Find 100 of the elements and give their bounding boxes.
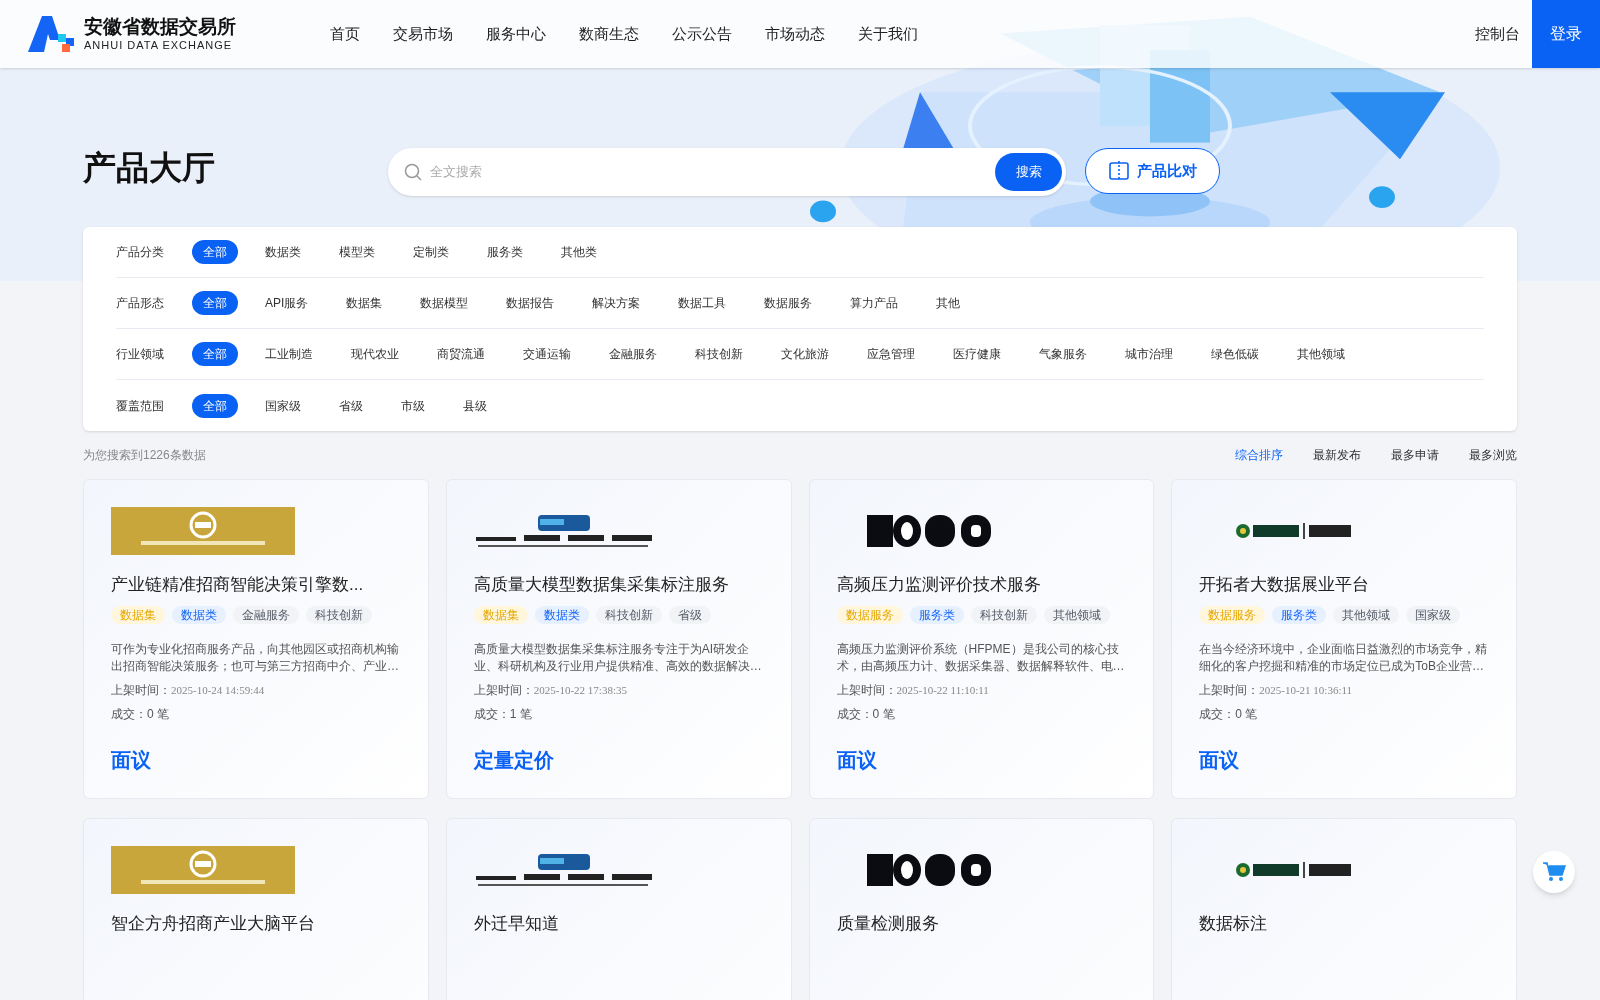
filter-option[interactable]: 算力产品 [839, 291, 910, 315]
filter-option[interactable]: 全部 [192, 342, 238, 366]
product-tag: 服务类 [1272, 605, 1327, 624]
login-button[interactable]: 登录 [1532, 0, 1600, 68]
product-tag: 国家级 [1406, 605, 1461, 624]
filter-option[interactable]: 数据报告 [495, 291, 566, 315]
nav-link[interactable]: 首页 [330, 22, 360, 46]
filter-option[interactable]: 文化旅游 [770, 342, 840, 366]
sort-option[interactable]: 最新发布 [1313, 446, 1361, 464]
product-tag: 省级 [668, 605, 711, 624]
sort-option[interactable]: 最多浏览 [1469, 446, 1517, 464]
filter-option[interactable]: 其他领域 [1286, 342, 1356, 366]
page-title: 产品大厅 [83, 148, 216, 188]
product-title: 数据标注 [1199, 913, 1269, 935]
filter-option[interactable]: 应急管理 [856, 342, 926, 366]
filter-option[interactable]: 数据类 [254, 240, 312, 264]
product-card[interactable]: 智企方舟招商产业大脑平台 [83, 818, 429, 1000]
product-tag: 科技创新 [595, 605, 662, 624]
price-label: 面议 [836, 747, 878, 773]
product-card[interactable]: 高质量大模型数据集采集标注服务 数据集 数据类 科技创新 省级 高质量大模型数据集采集标注服务专注于为AI研发企业、科研机构及行业用户提供精准、高效的数据解决… 上架时间：2025-10-22 17:38:35 成交：1 笔 定量定价 [445, 479, 792, 799]
filter-option[interactable]: 服务类 [476, 240, 534, 264]
filter-option[interactable]: 数据集 [335, 291, 394, 315]
filter-option[interactable]: 绿色低碳 [1200, 342, 1270, 366]
filter-option[interactable]: 市级 [390, 393, 436, 418]
compare-button[interactable]: 产品比对 [1085, 148, 1220, 194]
filter-option[interactable]: 金融服务 [598, 342, 668, 366]
filter-option[interactable]: 现代农业 [340, 342, 410, 366]
filter-label: 产品分类 [116, 244, 165, 261]
result-count: 为您搜索到1226条数据 [83, 447, 206, 464]
filter-option[interactable]: 城市治理 [1114, 342, 1184, 366]
nav-link[interactable]: 服务中心 [486, 22, 546, 46]
search-field[interactable]: 全文搜索 搜索 [388, 148, 1066, 196]
filter-option[interactable]: API服务 [254, 291, 320, 315]
nav-link[interactable]: 交易市场 [393, 22, 453, 46]
product-title: 智企方舟招商产业大脑平台 [111, 913, 316, 935]
filter-option[interactable]: 解决方案 [581, 291, 652, 315]
price-label: 面议 [1199, 747, 1241, 773]
filter-option[interactable]: 全部 [192, 240, 238, 264]
console-link[interactable]: 控制台 [1463, 22, 1532, 46]
product-tag: 数据类 [534, 605, 589, 624]
cart-icon [1542, 861, 1566, 883]
filter-option[interactable]: 工业制造 [254, 342, 324, 366]
price-label: 面议 [111, 747, 152, 773]
product-card[interactable]: 高频压力监测评价技术服务 数据服务 服务类 科技创新 其他领域 高频压力监测评价系统（HFPME）是我公司的核心技术，由高频压力计、数据采集器、数据解释软件、电… 上架时间：2025-10-22 11:10:11 成交：0 笔 面议 [808, 479, 1155, 799]
product-tag: 金融服务 [233, 605, 299, 624]
filter-option[interactable]: 定制类 [402, 240, 460, 264]
nav-link[interactable]: 市场动态 [765, 22, 825, 46]
deal-count: 成交：0 笔 [111, 705, 170, 723]
product-title: 质量检测服务 [836, 913, 940, 935]
filter-label: 产品形态 [116, 295, 165, 312]
nav-link[interactable]: 公示公告 [672, 22, 732, 46]
filter-label: 覆盖范围 [116, 397, 165, 415]
cart-button[interactable] [1533, 851, 1575, 893]
filter-option[interactable]: 数据服务 [753, 291, 824, 315]
filter-option[interactable]: 模型类 [328, 240, 386, 264]
filter-option[interactable]: 全部 [192, 291, 238, 315]
filter-option[interactable]: 商贸流通 [426, 342, 496, 366]
filter-option[interactable]: 交通运输 [512, 342, 582, 366]
filter-option[interactable]: 省级 [328, 393, 374, 418]
search-icon [404, 163, 422, 181]
product-card[interactable]: 产业链精准招商智能决策引擎数... 数据集 数据类 金融服务 科技创新 可作为专业化招商服务产品，向其他园区或招商机构输出招商智能决策服务；也可与第三方招商中介、产业… 上架时间：2025-10-24 14:59:44 成交：0 笔 面议 [83, 479, 429, 799]
search-button[interactable]: 搜索 [995, 153, 1062, 191]
deal-count: 成交：0 笔 [1199, 705, 1259, 723]
filter-option[interactable]: 国家级 [254, 393, 312, 418]
product-tag: 数据集 [473, 605, 528, 624]
filter-option[interactable]: 科技创新 [684, 342, 754, 366]
filter-option[interactable]: 其他类 [550, 240, 608, 264]
nav-link[interactable]: 数商生态 [579, 22, 639, 46]
logo-subtitle: ANHUI DATA EXCHANGE [84, 40, 234, 51]
product-tag: 科技创新 [306, 605, 372, 624]
product-card[interactable]: 数据标注 [1171, 818, 1517, 1000]
product-card[interactable]: 外迁早知道 [445, 818, 792, 1000]
filter-label: 行业领域 [116, 346, 165, 363]
product-tag: 数据类 [172, 605, 226, 624]
product-tag: 科技创新 [970, 605, 1037, 624]
sort-option[interactable]: 综合排序 [1235, 446, 1283, 464]
logo-icon [28, 16, 76, 52]
price-label: 定量定价 [473, 747, 555, 773]
listed-time: 上架时间：2025-10-22 17:38:35 [473, 681, 628, 699]
product-title: 开拓者大数据展业平台 [1199, 574, 1371, 596]
product-card[interactable]: 质量检测服务 [808, 818, 1155, 1000]
filter-option[interactable]: 数据工具 [667, 291, 738, 315]
nav-link[interactable]: 关于我们 [858, 22, 918, 46]
product-title: 产业链精准招商智能决策引擎数... [111, 574, 365, 596]
product-card[interactable]: 开拓者大数据展业平台 数据服务 服务类 其他领域 国家级 在当今经济环境中，企业面临日益激烈的市场竞争，精细化的客户挖掘和精准的市场定位已成为ToB企业营… 上架时间：2025-10-21 10:36:11 成交：0 笔 面议 [1171, 479, 1517, 799]
filter-option[interactable]: 医疗健康 [942, 342, 1012, 366]
filter-option[interactable]: 数据模型 [409, 291, 480, 315]
product-tag: 服务类 [909, 605, 964, 624]
product-title: 高频压力监测评价技术服务 [836, 574, 1042, 596]
filter-option[interactable]: 其他 [925, 291, 972, 315]
product-description: 在当今经济环境中，企业面临日益激烈的市场竞争，精细化的客户挖掘和精准的市场定位已成为ToB企业营… [1199, 640, 1489, 675]
sort-option[interactable]: 最多申请 [1391, 446, 1439, 464]
deal-count: 成交：1 笔 [473, 705, 533, 723]
product-description: 高频压力监测评价系统（HFPME）是我公司的核心技术，由高频压力计、数据采集器、数据解释软件、电… [836, 640, 1126, 675]
product-tag: 数据服务 [1199, 605, 1266, 624]
filter-option[interactable]: 全部 [192, 393, 238, 418]
product-tag: 其他领域 [1333, 605, 1400, 624]
filter-option[interactable]: 县级 [452, 393, 498, 418]
filter-option[interactable]: 气象服务 [1028, 342, 1098, 366]
product-title: 高质量大模型数据集采集标注服务 [473, 574, 730, 596]
